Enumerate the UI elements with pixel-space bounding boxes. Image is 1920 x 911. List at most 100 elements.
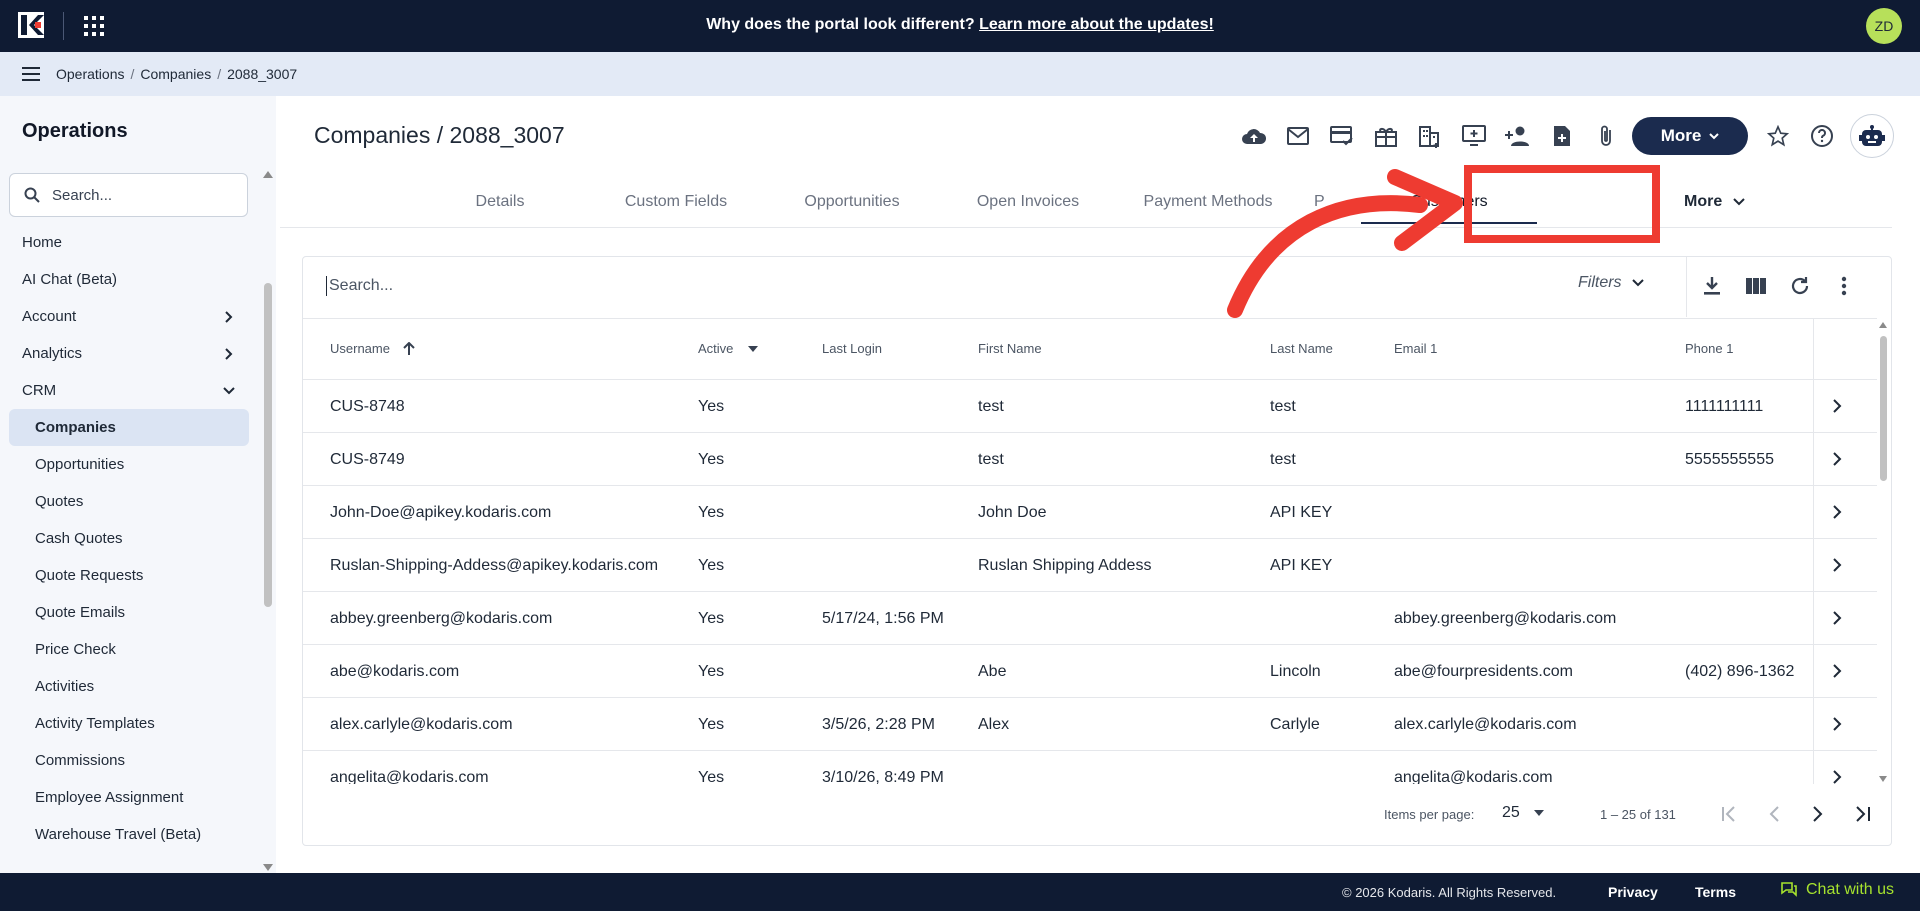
column-header-email-1[interactable]: Email 1 bbox=[1394, 341, 1437, 356]
sidebar-search[interactable] bbox=[9, 173, 248, 217]
doc-add-icon[interactable] bbox=[1540, 120, 1584, 152]
help-icon[interactable] bbox=[1808, 122, 1836, 150]
table-row[interactable]: Ruslan-Shipping-Addess@apikey.kodaris.co… bbox=[303, 539, 1877, 592]
table-search-input[interactable] bbox=[329, 277, 1129, 295]
table-cell-active: Yes bbox=[698, 663, 725, 680]
column-filter-caret-icon[interactable] bbox=[747, 345, 759, 353]
card-check-icon[interactable] bbox=[1320, 120, 1364, 152]
terms-link[interactable]: Terms bbox=[1695, 884, 1736, 900]
column-header-last-login[interactable]: Last Login bbox=[822, 341, 882, 356]
column-header-label: Username bbox=[330, 341, 390, 356]
tab-details[interactable]: Details bbox=[412, 180, 588, 224]
kebab-menu-icon[interactable] bbox=[1822, 270, 1866, 302]
prev-page-icon[interactable] bbox=[1752, 798, 1796, 830]
sidebar-item-cash-quotes[interactable]: Cash Quotes bbox=[0, 520, 258, 557]
sidebar-scrollbar[interactable] bbox=[262, 171, 273, 871]
columns-icon[interactable] bbox=[1734, 270, 1778, 302]
table-row[interactable]: CUS-8749 Yes test test 5555555555 bbox=[303, 433, 1877, 486]
column-header-phone-1[interactable]: Phone 1 bbox=[1685, 341, 1733, 356]
chevron-right-icon[interactable] bbox=[1831, 663, 1843, 679]
chevron-right-icon[interactable] bbox=[1831, 557, 1843, 573]
filters-dropdown[interactable]: Filters bbox=[1578, 274, 1644, 292]
sidebar-item-ai-chat-beta[interactable]: AI Chat (Beta) bbox=[0, 261, 258, 298]
refresh-icon[interactable] bbox=[1778, 270, 1822, 302]
monitor-add-icon[interactable] bbox=[1452, 120, 1496, 152]
table-cell-username: abbey.greenberg@kodaris.com bbox=[330, 610, 553, 627]
building-icon[interactable] bbox=[1408, 120, 1452, 152]
sidebar-item-quote-emails[interactable]: Quote Emails bbox=[0, 594, 258, 631]
table-cell-last-login: 3/5/26, 2:28 PM bbox=[822, 716, 935, 733]
tab-open-invoices[interactable]: Open Invoices bbox=[940, 180, 1116, 224]
mail-icon[interactable] bbox=[1276, 120, 1320, 152]
column-header-active[interactable]: Active bbox=[698, 341, 759, 356]
sidebar-item-crm[interactable]: CRM bbox=[0, 372, 258, 409]
sidebar-item-label: Quote Emails bbox=[35, 604, 126, 621]
cloud-upload-icon[interactable] bbox=[1232, 120, 1276, 152]
download-icon[interactable] bbox=[1690, 270, 1734, 302]
column-header-username[interactable]: Username bbox=[330, 341, 416, 356]
chat-with-us-button[interactable]: Chat with us bbox=[1780, 881, 1894, 899]
chevron-right-icon[interactable] bbox=[1831, 504, 1843, 520]
sidebar-item-quotes[interactable]: Quotes bbox=[0, 483, 258, 520]
sidebar-item-employee-assignment[interactable]: Employee Assignment bbox=[0, 779, 258, 816]
column-header-last-name[interactable]: Last Name bbox=[1270, 341, 1333, 356]
next-page-icon[interactable] bbox=[1796, 798, 1840, 830]
sidebar-item-commissions[interactable]: Commissions bbox=[0, 742, 258, 779]
tab-custom-fields[interactable]: Custom Fields bbox=[588, 180, 764, 224]
sidebar-item-activities[interactable]: Activities bbox=[0, 668, 258, 705]
sidebar-item-analytics[interactable]: Analytics bbox=[0, 335, 258, 372]
menu-icon[interactable] bbox=[22, 67, 40, 81]
sidebar-item-label: Opportunities bbox=[35, 456, 125, 473]
sidebar-search-input[interactable] bbox=[52, 186, 222, 204]
table-scrollbar[interactable] bbox=[1878, 322, 1888, 782]
person-add-icon[interactable] bbox=[1496, 120, 1540, 152]
breadcrumb-operations[interactable]: Operations bbox=[56, 66, 124, 82]
sidebar-item-label: Quote Requests bbox=[35, 567, 144, 584]
sidebar-item-price-check[interactable]: Price Check bbox=[0, 631, 258, 668]
table-row[interactable]: alex.carlyle@kodaris.com Yes 3/5/26, 2:28 … bbox=[303, 698, 1877, 751]
table-cell-email-1: abbey.greenberg@kodaris.com bbox=[1394, 610, 1617, 627]
chevron-right-icon[interactable] bbox=[1831, 398, 1843, 414]
table-row[interactable]: abbey.greenberg@kodaris.com Yes 5/17/24, 1… bbox=[303, 592, 1877, 645]
sidebar-item-opportunities[interactable]: Opportunities bbox=[0, 446, 258, 483]
sidebar-item-home[interactable]: Home bbox=[0, 224, 258, 261]
gift-icon[interactable] bbox=[1364, 120, 1408, 152]
column-header-first-name[interactable]: First Name bbox=[978, 341, 1042, 356]
page-size-select[interactable]: 25 bbox=[1502, 804, 1544, 822]
chevron-right-icon[interactable] bbox=[1831, 610, 1843, 626]
table-cell-email-1: alex.carlyle@kodaris.com bbox=[1394, 716, 1577, 733]
first-page-icon[interactable] bbox=[1708, 798, 1752, 830]
table-row[interactable]: angelita@kodaris.com Yes 3/10/26, 8:49 PM a… bbox=[303, 751, 1877, 784]
table-row[interactable]: CUS-8748 Yes test test 1111111111 bbox=[303, 380, 1877, 433]
privacy-link[interactable]: Privacy bbox=[1608, 884, 1658, 900]
table-cell-email-1: angelita@kodaris.com bbox=[1394, 769, 1553, 784]
table-cell-last-name: Lincoln bbox=[1270, 663, 1321, 680]
chevron-right-icon[interactable] bbox=[1831, 716, 1843, 732]
last-page-icon[interactable] bbox=[1840, 798, 1884, 830]
user-avatar[interactable]: ZD bbox=[1866, 8, 1902, 44]
sidebar-item-activity-templates[interactable]: Activity Templates bbox=[0, 705, 258, 742]
favorite-star-icon[interactable] bbox=[1764, 122, 1792, 150]
more-actions-button[interactable]: More bbox=[1632, 117, 1748, 155]
table-row[interactable]: abe@kodaris.com Yes Abe Lincoln abe@fourpres… bbox=[303, 645, 1877, 698]
chevron-right-icon[interactable] bbox=[1831, 769, 1843, 784]
chevron-down-icon bbox=[1733, 198, 1745, 206]
column-header-label: First Name bbox=[978, 341, 1042, 356]
sidebar-item-quote-requests[interactable]: Quote Requests bbox=[0, 557, 258, 594]
table-cell-first-name: Abe bbox=[978, 663, 1007, 680]
sidebar-item-account[interactable]: Account bbox=[0, 298, 258, 335]
tab-more[interactable]: More bbox=[1684, 180, 1746, 224]
banner-learn-more-link[interactable]: Learn more about the updates! bbox=[979, 16, 1214, 33]
tab-opportunities[interactable]: Opportunities bbox=[764, 180, 940, 224]
breadcrumb-companies[interactable]: Companies bbox=[140, 66, 211, 82]
sidebar-item-warehouse-travel-beta[interactable]: Warehouse Travel (Beta) bbox=[0, 816, 258, 853]
table-row[interactable]: John-Doe@apikey.kodaris.com Yes John Doe AP… bbox=[303, 486, 1877, 539]
sidebar-item-companies[interactable]: Companies bbox=[9, 409, 249, 446]
table-cell-username: alex.carlyle@kodaris.com bbox=[330, 716, 513, 733]
sort-ascending-icon[interactable] bbox=[402, 341, 416, 356]
chevron-right-icon[interactable] bbox=[1831, 451, 1843, 467]
table-cell-username: John-Doe@apikey.kodaris.com bbox=[330, 504, 552, 521]
table-cell-active: Yes bbox=[698, 557, 725, 574]
ai-assistant-bot-icon[interactable] bbox=[1850, 114, 1894, 158]
paperclip-icon[interactable] bbox=[1584, 120, 1628, 152]
